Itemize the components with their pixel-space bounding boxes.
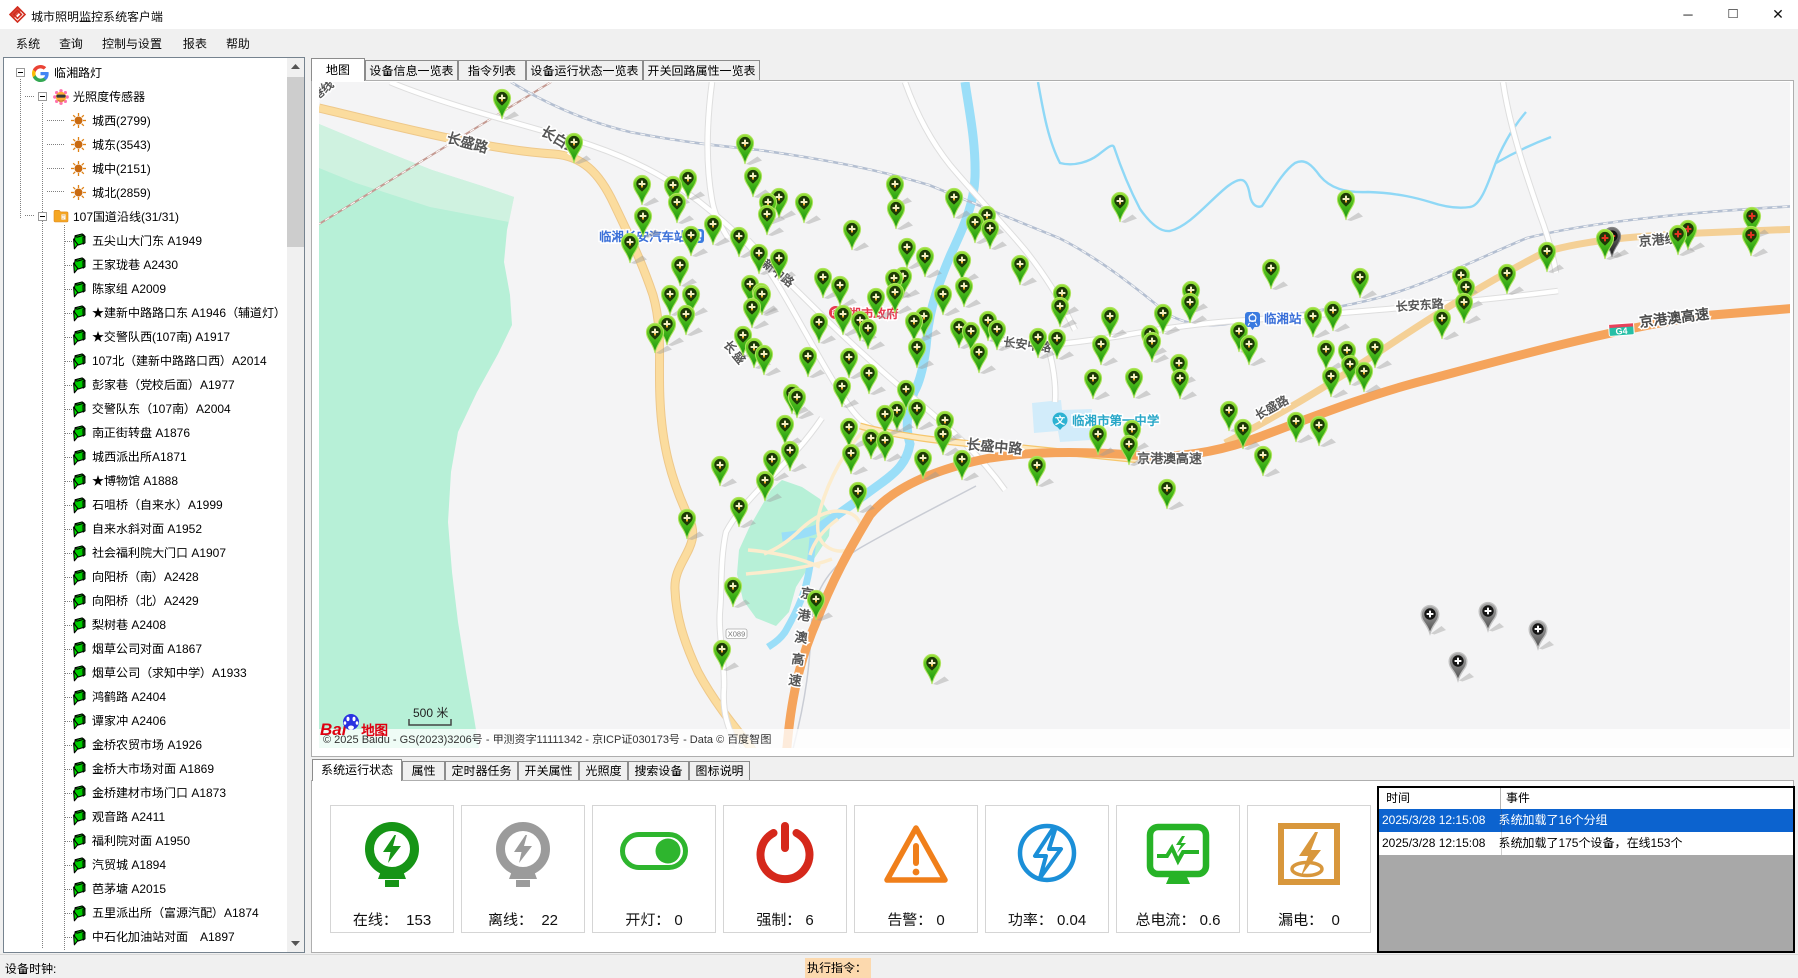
svg-text:高: 高 bbox=[791, 651, 806, 668]
svg-text:© 2025 Baidu - GS(2023)3206号 -: © 2025 Baidu - GS(2023)3206号 - 甲测资字11111… bbox=[323, 733, 771, 746]
svg-text:G4: G4 bbox=[1615, 326, 1628, 337]
svg-text:文: 文 bbox=[1055, 415, 1066, 427]
svg-text:临湘市第一中学: 临湘市第一中学 bbox=[1072, 413, 1160, 428]
svg-text:500 米: 500 米 bbox=[413, 706, 448, 720]
svg-text:澳: 澳 bbox=[793, 629, 809, 646]
svg-text:地图: 地图 bbox=[360, 723, 388, 738]
svg-text:京港澳高速: 京港澳高速 bbox=[1137, 451, 1202, 466]
svg-text:临湘站: 临湘站 bbox=[1264, 311, 1302, 326]
svg-text:X089: X089 bbox=[728, 630, 746, 639]
svg-text:港: 港 bbox=[797, 607, 812, 624]
svg-text:速: 速 bbox=[787, 672, 803, 689]
